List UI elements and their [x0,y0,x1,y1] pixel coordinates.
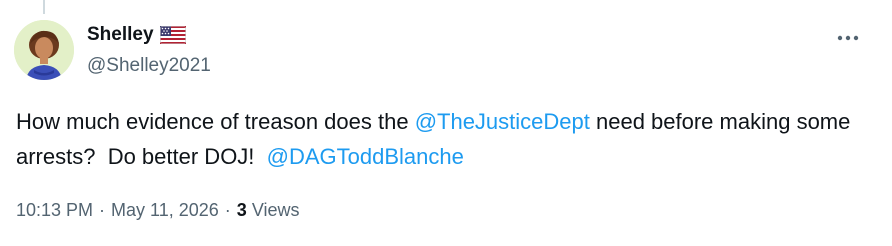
views-label: Views [251,200,300,220]
meta-separator: · [99,200,106,220]
tweet-card: Shelley @Shelley2021 How much evidence o… [0,0,892,246]
views-count: 3 [236,200,247,220]
avatar-image [14,20,74,80]
mention-link-thejusticedept[interactable]: @TheJusticeDept [415,109,590,134]
tweet-text-segment: How much evidence of treason does the [16,109,415,134]
us-flag-icon [159,26,186,44]
meta-separator: · [224,200,231,220]
author-display-name[interactable]: Shelley [87,24,154,46]
mention-link-dagtoddblanche[interactable]: @DAGToddBlanche [267,144,464,169]
avatar[interactable] [14,20,74,80]
author-handle[interactable]: @Shelley2021 [87,55,211,77]
tweet-timestamp-time[interactable]: 10:13 PM [16,200,93,220]
tweet-timestamp-date[interactable]: May 11, 2026 [111,200,219,220]
more-options-button[interactable] [828,24,868,52]
tweet-meta-row: 10:13 PM · May 11, 2026 · 3 Views [16,200,300,221]
author-name-row: Shelley [87,24,186,46]
more-horizontal-icon [837,35,859,41]
tweet-text: How much evidence of treason does the @T… [16,104,866,174]
thread-connector-line [43,0,45,14]
